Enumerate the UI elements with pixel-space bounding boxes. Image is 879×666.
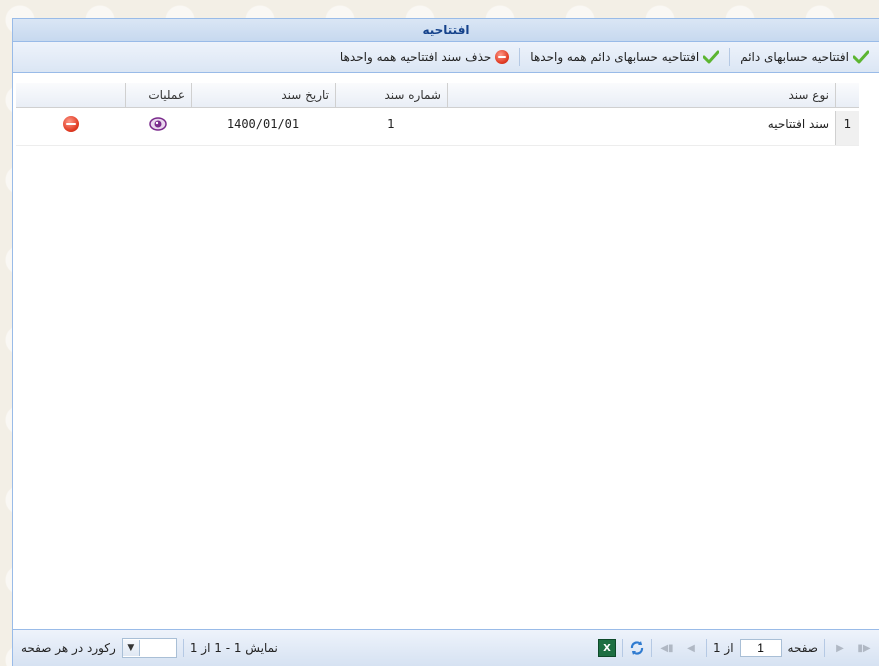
toolbar-separator bbox=[519, 48, 521, 66]
delete-opening-doc-all-units-button[interactable]: حذف سند افتتاحیه همه واحدها bbox=[332, 45, 517, 69]
col-header-operations[interactable]: عملیات bbox=[125, 83, 191, 107]
col-header-doc-number[interactable]: شماره سند bbox=[335, 83, 447, 107]
open-permanent-accounts-all-units-button[interactable]: افتتاحیه حسابهای دائم همه واحدها bbox=[522, 45, 727, 69]
check-icon bbox=[853, 50, 869, 64]
delete-icon bbox=[495, 50, 510, 64]
col-header-filler bbox=[16, 83, 125, 107]
first-page-icon[interactable]: ▶▮ bbox=[855, 639, 873, 657]
pager-separator bbox=[182, 639, 184, 657]
grid-scroll-area[interactable] bbox=[861, 83, 877, 629]
next-page-icon[interactable]: ◀ bbox=[682, 639, 700, 657]
delete-row-icon[interactable] bbox=[62, 116, 79, 132]
open-permanent-accounts-button[interactable]: افتتاحیه حسابهای دائم bbox=[732, 45, 877, 69]
col-header-rownum bbox=[835, 83, 859, 107]
row-index: 1 bbox=[835, 111, 859, 145]
pager-separator bbox=[705, 639, 707, 657]
col-header-doc-date[interactable]: تاریخ سند bbox=[191, 83, 335, 107]
page-total-label: از 1 bbox=[712, 641, 734, 655]
cell-doc-type: سند افتتاحیه bbox=[767, 117, 829, 131]
last-page-icon[interactable]: ▮◀ bbox=[658, 639, 676, 657]
view-eye-icon[interactable] bbox=[149, 117, 167, 131]
check-icon bbox=[703, 50, 720, 64]
pager-separator bbox=[824, 639, 825, 657]
pager-separator bbox=[650, 639, 652, 657]
prev-page-icon[interactable]: ▶ bbox=[831, 639, 849, 657]
open-permanent-accounts-label: افتتاحیه حسابهای دائم bbox=[740, 50, 849, 64]
table-row[interactable]: 1 سند افتتاحیه 1 1400/01/01 bbox=[16, 111, 859, 146]
chevron-down-icon[interactable]: ▼ bbox=[122, 640, 140, 656]
toolbar-separator bbox=[729, 48, 731, 66]
cell-delete bbox=[16, 111, 125, 145]
opening-panel: افتتاحیه افتتاحیه حسابهای دائم افتتاحیه … bbox=[12, 18, 879, 666]
col-header-doc-type[interactable]: نوع سند bbox=[447, 83, 835, 107]
cell-doc-number: 1 bbox=[387, 117, 395, 131]
page-label: صفحه bbox=[787, 641, 818, 655]
cell-operations bbox=[125, 111, 191, 145]
display-info: نمایش 1 - 1 از 1 bbox=[189, 641, 278, 655]
cell-doc-date: 1400/01/01 bbox=[226, 117, 300, 131]
pagination-bar: ▶▮ ▶ صفحه از 1 ◀ ▮◀ X نمایش 1 - 1 از 1 ▼… bbox=[13, 629, 879, 666]
panel-title: افتتاحیه bbox=[13, 19, 879, 42]
pager-separator bbox=[621, 639, 623, 657]
page-size-input[interactable] bbox=[139, 640, 176, 656]
grid-header: نوع سند شماره سند تاریخ سند عملیات bbox=[16, 83, 859, 108]
delete-opening-doc-all-units-label: حذف سند افتتاحیه همه واحدها bbox=[339, 50, 492, 64]
toolbar: افتتاحیه حسابهای دائم افتتاحیه حسابهای د… bbox=[13, 42, 879, 73]
excel-export-icon[interactable]: X bbox=[597, 639, 616, 657]
page-number-input[interactable] bbox=[739, 639, 782, 657]
open-permanent-accounts-all-units-label: افتتاحیه حسابهای دائم همه واحدها bbox=[530, 50, 700, 64]
records-per-page-label: رکورد در هر صفحه bbox=[21, 641, 116, 655]
page-size-select[interactable]: ▼ bbox=[121, 638, 177, 658]
refresh-icon[interactable] bbox=[629, 640, 645, 656]
